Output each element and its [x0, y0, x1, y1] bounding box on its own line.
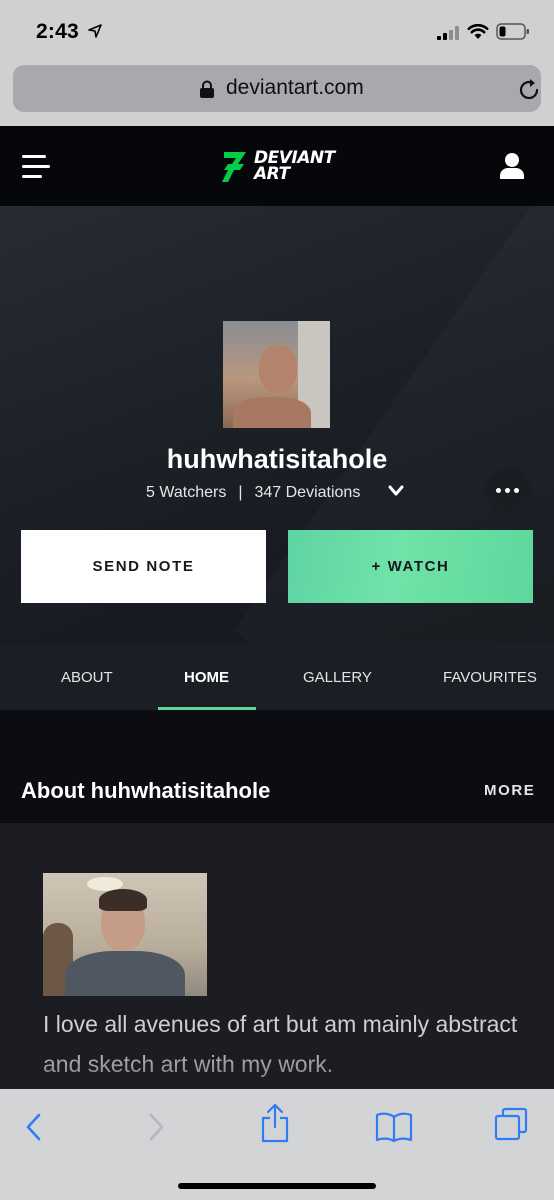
- profile-username: huhwhatisitahole: [166, 444, 388, 474]
- menu-icon[interactable]: [22, 155, 50, 179]
- profile-avatar[interactable]: [223, 321, 330, 428]
- chevron-down-icon[interactable]: [388, 485, 404, 497]
- home-indicator[interactable]: [178, 1183, 376, 1189]
- reload-icon[interactable]: [519, 78, 541, 102]
- profile-tabs: ABOUT HOME GALLERY FAVOURITES: [0, 643, 554, 710]
- location-arrow-icon: [88, 24, 102, 38]
- watchers-count[interactable]: 5 Watchers: [146, 484, 226, 501]
- forward-icon[interactable]: [146, 1113, 166, 1141]
- logo-wordmark: DEVIANT ART: [254, 148, 335, 184]
- watch-button[interactable]: + WATCH: [288, 530, 533, 603]
- about-title: About huhwhatisitahole: [21, 778, 271, 803]
- tabs-icon[interactable]: [494, 1107, 528, 1141]
- stats-separator: |: [238, 484, 243, 501]
- tab-home[interactable]: HOME: [184, 669, 229, 686]
- tab-favourites[interactable]: FAVOURITES: [443, 669, 537, 686]
- browser-address-bar: deviantart.com: [0, 62, 554, 126]
- deviantart-logo-mark-icon: [222, 152, 246, 182]
- tab-about[interactable]: ABOUT: [61, 669, 113, 686]
- wifi-icon: [467, 23, 489, 39]
- battery-icon: [496, 23, 529, 40]
- about-photo[interactable]: [43, 873, 207, 996]
- about-more-link[interactable]: MORE: [484, 782, 535, 799]
- url-text: deviantart.com: [226, 76, 364, 99]
- status-bar: 2:43: [0, 0, 554, 62]
- status-time: 2:43: [36, 20, 79, 43]
- deviations-count[interactable]: 347 Deviations: [254, 484, 360, 501]
- url-field[interactable]: deviantart.com: [13, 65, 541, 112]
- profile-stats: 5 Watchers | 347 Deviations: [146, 484, 360, 502]
- more-options-button[interactable]: [485, 467, 531, 513]
- cellular-signal-icon: [437, 26, 459, 40]
- lock-icon: [200, 80, 214, 98]
- deviantart-logo[interactable]: DEVIANT ART: [220, 150, 348, 184]
- tab-gallery[interactable]: GALLERY: [303, 669, 372, 686]
- bookmarks-icon[interactable]: [375, 1111, 413, 1143]
- about-section-header: [0, 710, 554, 823]
- share-icon[interactable]: [260, 1103, 290, 1143]
- user-account-icon[interactable]: [499, 152, 525, 180]
- back-icon[interactable]: [24, 1113, 44, 1141]
- send-note-button[interactable]: SEND NOTE: [21, 530, 266, 603]
